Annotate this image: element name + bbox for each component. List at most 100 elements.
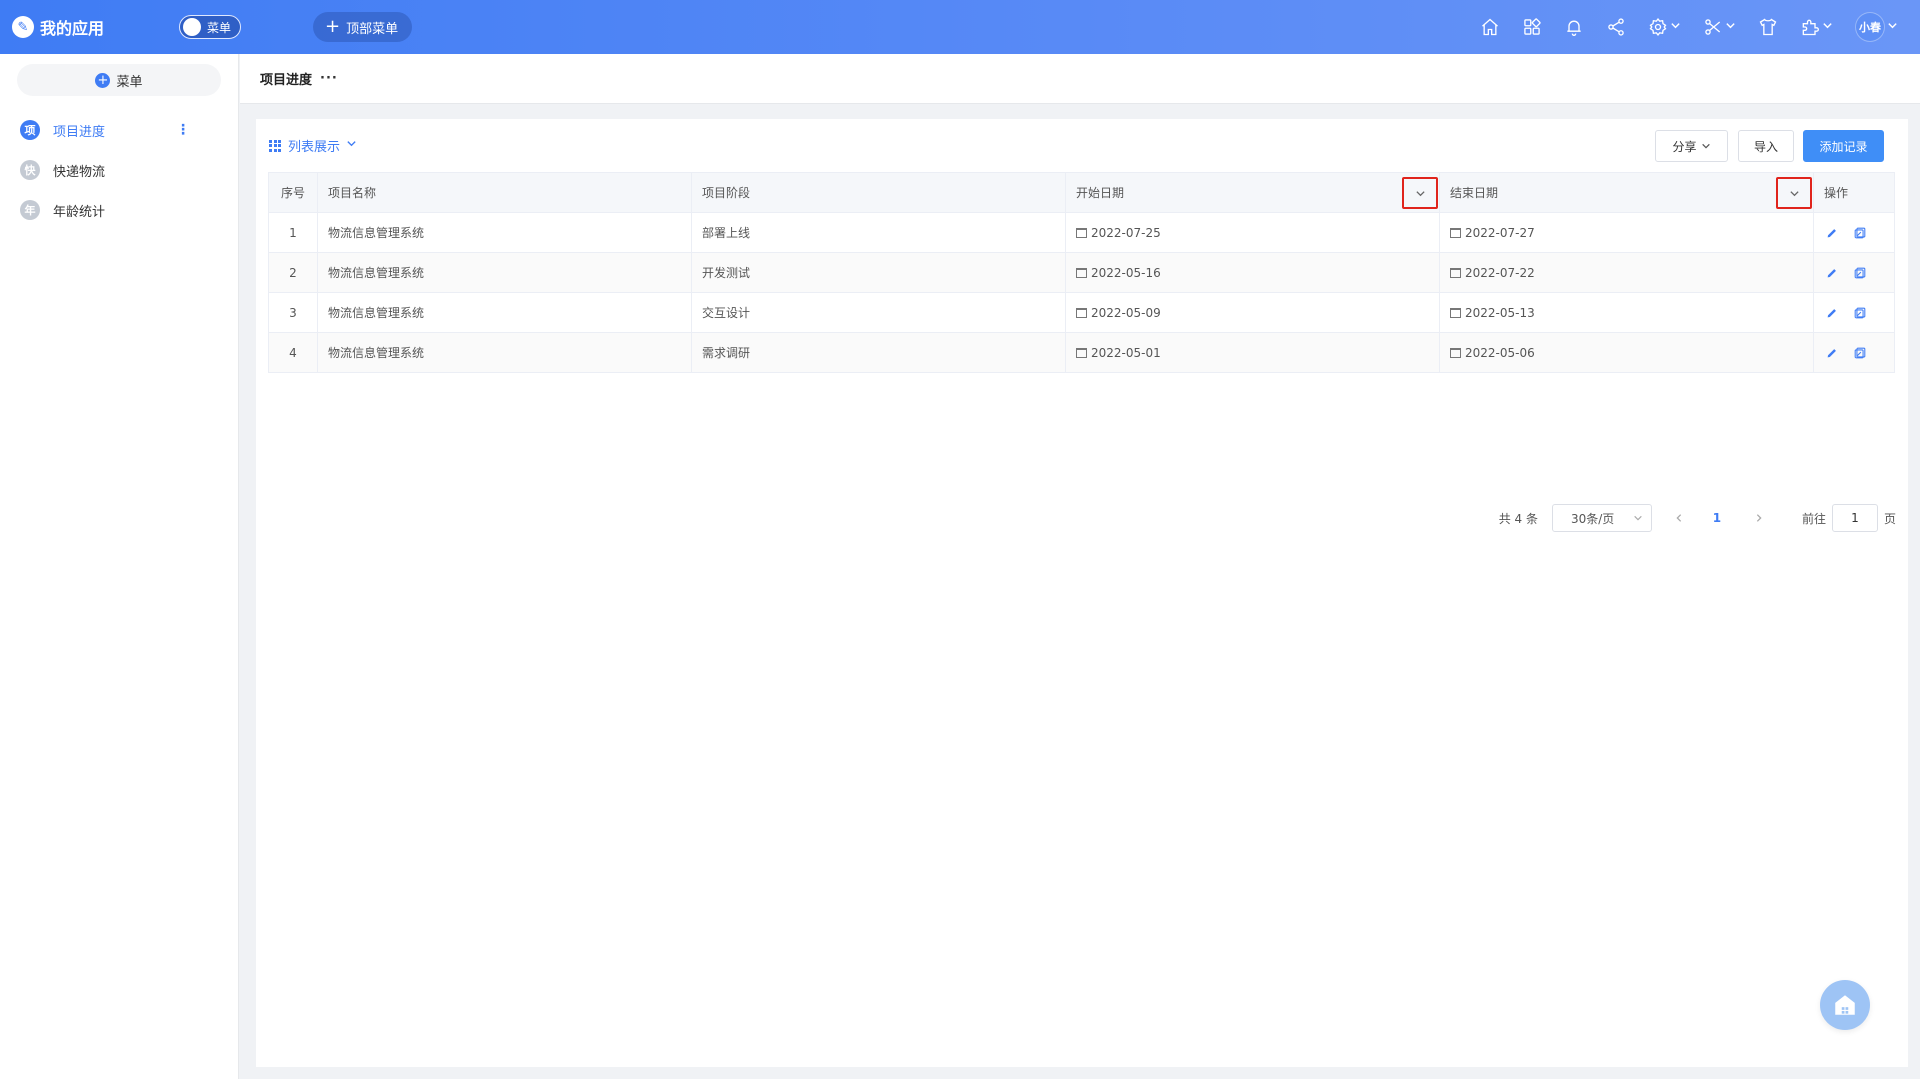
copy-icon[interactable] bbox=[1852, 345, 1868, 361]
table-row[interactable]: 2 物流信息管理系统 开发测试 2022-05-16 2022-07-22 bbox=[268, 252, 1895, 293]
plugin-dropdown[interactable] bbox=[1800, 12, 1833, 42]
top-menu-button[interactable]: + 顶部菜单 bbox=[313, 12, 413, 42]
row-number: 2 bbox=[268, 252, 318, 293]
start-date-cell: 2022-05-01 bbox=[1065, 332, 1440, 373]
menu-badge-icon: 项 bbox=[20, 120, 40, 140]
share-dropdown-button[interactable]: 分享 bbox=[1655, 130, 1728, 162]
sidebar: + 菜单 项 项目进度 ⋮ 快 快递物流 年 年龄统计 bbox=[0, 54, 239, 1079]
project-name-cell: 物流信息管理系统 bbox=[317, 332, 692, 373]
apps-icon bbox=[1524, 18, 1541, 35]
start-date-cell: 2022-05-09 bbox=[1065, 292, 1440, 333]
calendar-icon bbox=[1076, 347, 1087, 358]
edit-icon[interactable] bbox=[1824, 225, 1840, 241]
column-header-label: 开始日期 bbox=[1076, 186, 1125, 200]
column-header-end-date: 结束日期 bbox=[1439, 172, 1814, 213]
view-switch-dropdown[interactable]: 列表展示 bbox=[269, 136, 357, 155]
copy-icon[interactable] bbox=[1852, 305, 1868, 321]
sidebar-item-label: 项目进度 bbox=[53, 124, 106, 140]
data-table: 序号 项目名称 项目阶段 开始日期 结束日期 操作 1 物流信息管理系统 部署上… bbox=[268, 172, 1895, 373]
menu-badge-icon: 年 bbox=[20, 200, 40, 220]
share-button[interactable] bbox=[1606, 12, 1626, 42]
end-date-filter-button[interactable] bbox=[1776, 177, 1812, 209]
bell-icon bbox=[1567, 20, 1581, 36]
table-row[interactable]: 3 物流信息管理系统 交互设计 2022-05-09 2022-05-13 bbox=[268, 292, 1895, 333]
plus-icon: + bbox=[325, 16, 341, 37]
calendar-icon bbox=[1076, 307, 1087, 318]
top-header: ✎ 我的应用 菜单 + 顶部菜单 小春 bbox=[0, 0, 1920, 54]
chevron-left-icon bbox=[1676, 514, 1682, 522]
calendar-icon bbox=[1450, 227, 1461, 238]
chevron-down-icon bbox=[1887, 20, 1898, 35]
project-stage-cell: 部署上线 bbox=[691, 212, 1066, 253]
toggle-knob bbox=[183, 18, 201, 36]
page-size-select[interactable]: 30条/页 bbox=[1551, 504, 1652, 532]
end-date-cell: 2022-07-27 bbox=[1439, 212, 1814, 253]
copy-icon[interactable] bbox=[1852, 265, 1868, 281]
actions-cell bbox=[1813, 212, 1895, 253]
app-logo[interactable]: ✎ 我的应用 bbox=[12, 15, 167, 39]
edit-icon[interactable] bbox=[1824, 305, 1840, 321]
add-menu-button[interactable]: + 菜单 bbox=[17, 64, 221, 96]
apps-button[interactable] bbox=[1522, 12, 1542, 42]
avatar: 小春 bbox=[1855, 12, 1885, 42]
add-record-button[interactable]: 添加记录 bbox=[1803, 130, 1884, 162]
pagination: 共 4 条 30条/页 1 前往 1 页 bbox=[1499, 503, 1896, 533]
goto-label: 前往 bbox=[1801, 511, 1826, 526]
sidebar-item-label: 快递物流 bbox=[53, 164, 106, 180]
start-date-value: 2022-05-01 bbox=[1091, 345, 1161, 360]
floating-home-button[interactable] bbox=[1820, 980, 1870, 1030]
chevron-right-icon bbox=[1756, 514, 1762, 522]
copy-icon[interactable] bbox=[1852, 225, 1868, 241]
plus-circle-icon: + bbox=[95, 72, 111, 88]
prev-page-button[interactable] bbox=[1664, 513, 1694, 523]
sidebar-item-express-logistics[interactable]: 快 快递物流 bbox=[0, 150, 238, 190]
goto-page-input[interactable]: 1 bbox=[1831, 504, 1878, 532]
calendar-icon bbox=[1450, 347, 1461, 358]
sidebar-item-age-stats[interactable]: 年 年龄统计 bbox=[0, 190, 238, 230]
table-header-row: 序号 项目名称 项目阶段 开始日期 结束日期 操作 bbox=[268, 172, 1895, 213]
tools-icon bbox=[1705, 19, 1721, 35]
header-icon-bar: 小春 bbox=[1458, 12, 1898, 42]
share-label: 分享 bbox=[1672, 139, 1697, 154]
end-date-cell: 2022-05-06 bbox=[1439, 332, 1814, 373]
chevron-down-icon bbox=[1415, 190, 1425, 196]
sidebar-item-label: 年龄统计 bbox=[53, 204, 106, 220]
page-number-current[interactable]: 1 bbox=[1702, 511, 1732, 525]
breadcrumb: 项目进度 ··· bbox=[240, 54, 1920, 104]
table-row[interactable]: 4 物流信息管理系统 需求调研 2022-05-01 2022-05-06 bbox=[268, 332, 1895, 373]
theme-button[interactable] bbox=[1758, 12, 1778, 42]
end-date-cell: 2022-07-22 bbox=[1439, 252, 1814, 293]
main-card: 列表展示 分享 导入 添加记录 序号 项目名称 项目阶段 开始日期 结束日期 操… bbox=[256, 119, 1908, 1067]
row-number: 1 bbox=[268, 212, 318, 253]
tools-dropdown[interactable] bbox=[1703, 12, 1736, 42]
column-header-no: 序号 bbox=[268, 172, 318, 213]
settings-dropdown[interactable] bbox=[1648, 12, 1681, 42]
edit-icon[interactable] bbox=[1824, 345, 1840, 361]
more-horizontal-icon[interactable]: ··· bbox=[320, 71, 338, 86]
project-stage-cell: 需求调研 bbox=[691, 332, 1066, 373]
total-count: 共 4 条 bbox=[1498, 511, 1538, 526]
project-name-cell: 物流信息管理系统 bbox=[317, 292, 692, 333]
project-name-cell: 物流信息管理系统 bbox=[317, 252, 692, 293]
next-page-button[interactable] bbox=[1744, 513, 1774, 523]
plugin-icon bbox=[1802, 19, 1819, 36]
column-header-name: 项目名称 bbox=[317, 172, 692, 213]
menu-toggle[interactable]: 菜单 bbox=[179, 15, 241, 39]
row-number: 4 bbox=[268, 332, 318, 373]
user-menu[interactable]: 小春 bbox=[1855, 12, 1898, 42]
table-row[interactable]: 1 物流信息管理系统 部署上线 2022-07-25 2022-07-27 bbox=[268, 212, 1895, 253]
row-number: 3 bbox=[268, 292, 318, 333]
sidebar-item-project-progress[interactable]: 项 项目进度 ⋮ bbox=[0, 110, 238, 150]
notification-button[interactable] bbox=[1564, 12, 1584, 42]
view-switch-label: 列表展示 bbox=[288, 140, 341, 155]
chevron-down-icon bbox=[1670, 20, 1681, 35]
more-vertical-icon[interactable]: ⋮ bbox=[176, 122, 190, 138]
chevron-down-icon bbox=[1725, 20, 1736, 35]
grid-icon bbox=[269, 139, 281, 152]
start-date-filter-button[interactable] bbox=[1402, 177, 1438, 209]
edit-icon[interactable] bbox=[1824, 265, 1840, 281]
home-button[interactable] bbox=[1480, 12, 1500, 42]
import-button[interactable]: 导入 bbox=[1738, 130, 1794, 162]
page-size-value: 30条/页 bbox=[1570, 511, 1615, 526]
home-icon bbox=[1482, 18, 1498, 36]
